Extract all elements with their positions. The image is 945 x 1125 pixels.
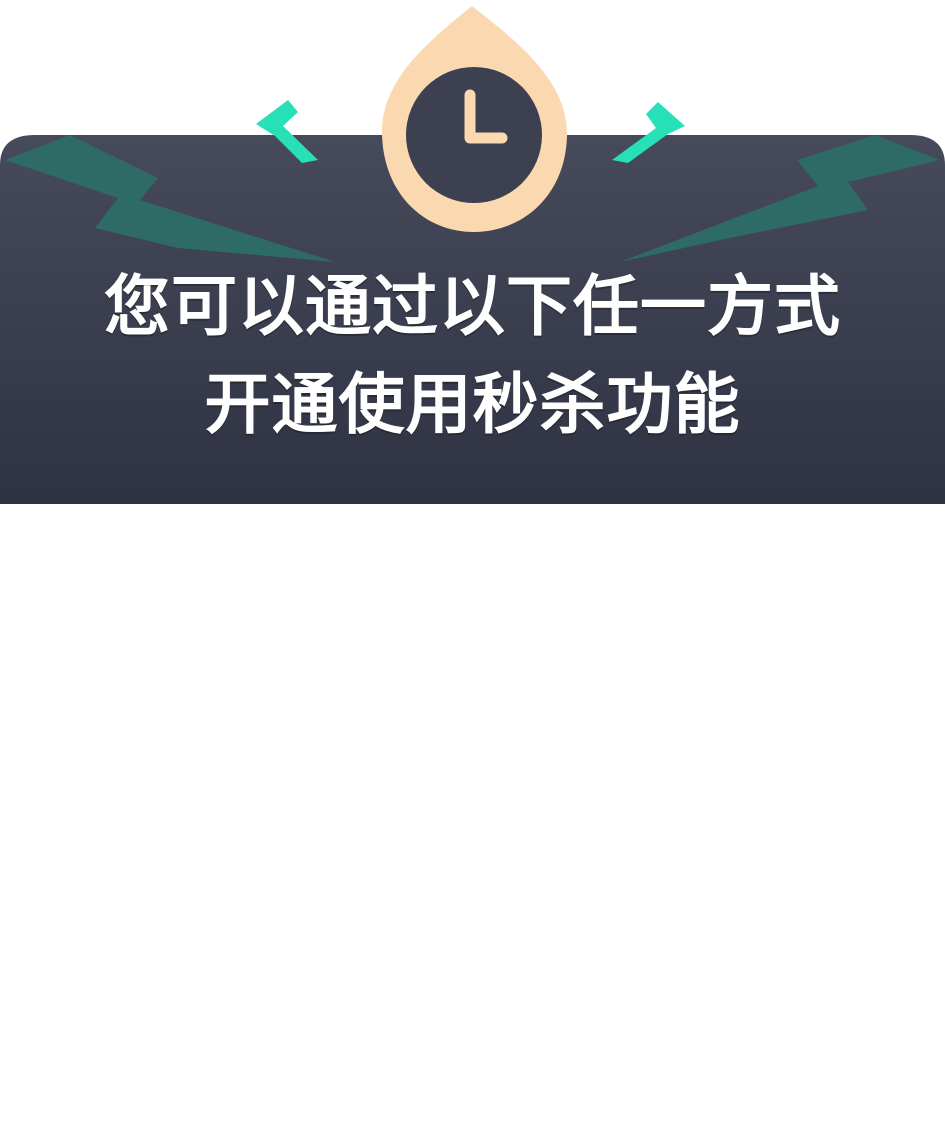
seckill-dialog: 您可以通过以下任一方式 开通使用秒杀功能	[0, 0, 945, 1125]
clock-icon	[381, 6, 568, 232]
dialog-content-area	[0, 504, 945, 1125]
dialog-header-card: 您可以通过以下任一方式 开通使用秒杀功能	[0, 0, 945, 504]
headline-line-2: 开通使用秒杀功能	[204, 366, 741, 443]
headline-line-1: 您可以通过以下任一方式	[104, 268, 841, 345]
dialog-headline: 您可以通过以下任一方式 开通使用秒杀功能	[0, 258, 945, 454]
